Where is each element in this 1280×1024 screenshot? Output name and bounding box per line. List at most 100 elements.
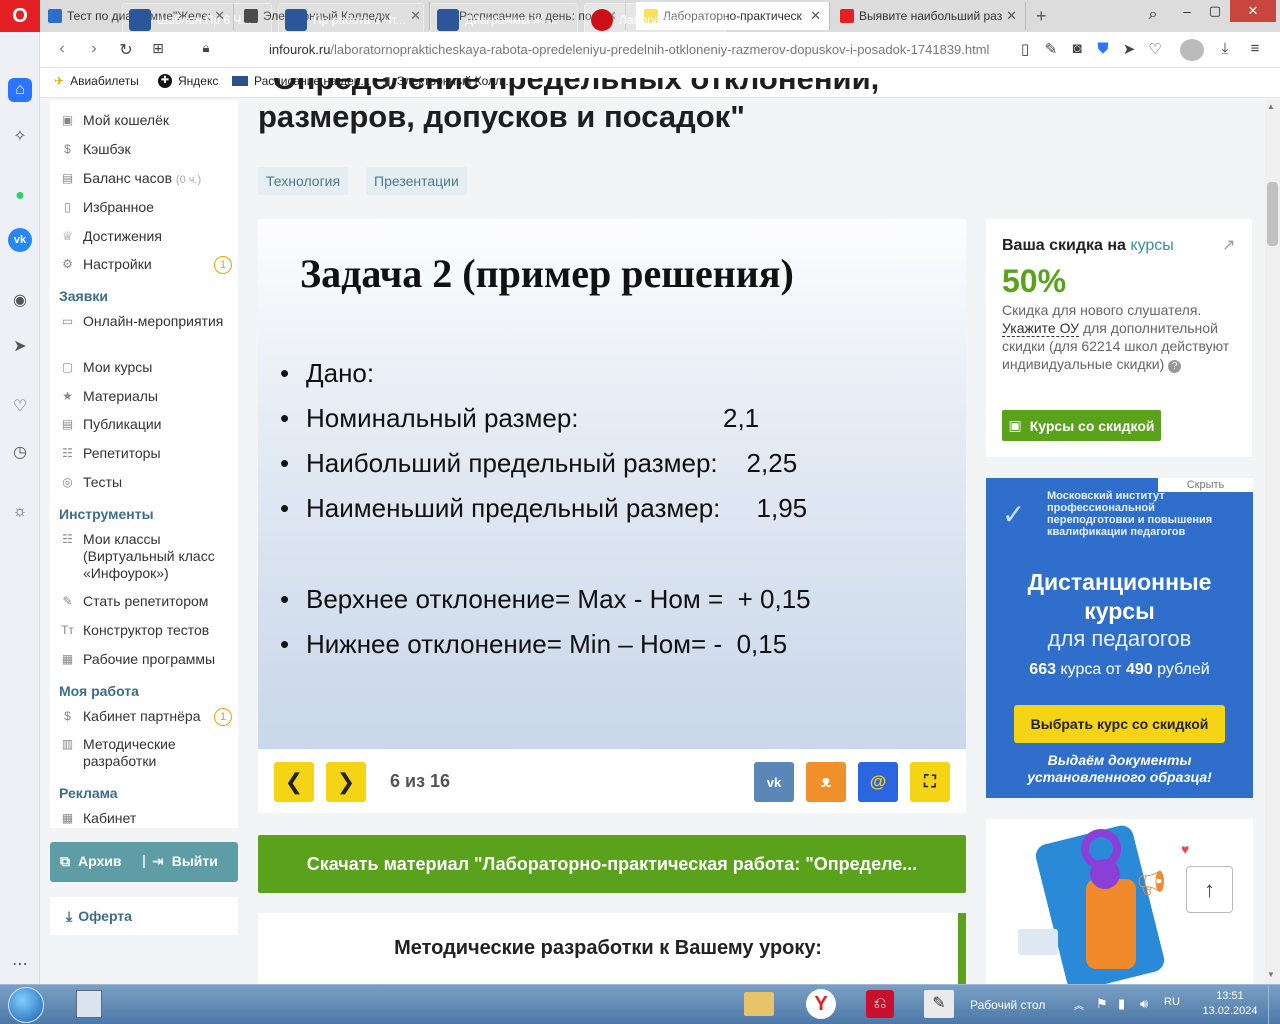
reload-icon[interactable]: ↻ [114,40,138,60]
more-icon[interactable]: ⋯ [8,952,32,976]
menu-item[interactable]: ▤ Баланс часов (0 ч.) [60,170,232,189]
menu-item[interactable]: ✎ Стать репетитором [60,593,232,610]
show-desktop-button[interactable] [1268,985,1280,1024]
taskbar-window[interactable]: Пр работа 3 Чт... [278,3,424,37]
taskbar-window[interactable]: Лабораторно-п... [584,3,726,37]
menu-item[interactable]: ▯ Избранное [60,199,232,216]
menu-item-text: Тесты [83,474,123,490]
share-ok-button[interactable]: ᴥ [806,762,846,802]
reader-icon[interactable]: ▯ [1014,40,1036,58]
tray-expand-icon[interactable]: ︽ [1074,997,1084,1012]
send-sidebar-icon[interactable]: ➤ [8,334,32,358]
bulb-icon[interactable]: ☼ [8,500,32,524]
close-window-button[interactable]: ✕ [1230,0,1276,22]
back-icon[interactable]: ‹ [50,40,74,58]
desktop-label[interactable]: Рабочий стол [970,998,1045,1012]
scroll-up-arrow[interactable]: ▲ [1267,102,1275,111]
home-icon[interactable]: ⌂ [8,78,32,102]
archive-button[interactable]: ⧉ Архив [60,853,121,870]
courses-link[interactable]: курсы [1130,237,1173,254]
logout-button[interactable]: ⇥ Выйти [152,853,218,870]
forward-icon[interactable]: › [82,40,106,58]
yandex-browser-icon[interactable]: Y [806,989,836,1019]
publication-icon: ▤ [61,417,74,431]
share-vk-button[interactable]: vk [754,762,794,802]
menu-item[interactable]: ▣ Мой кошелёк [60,112,232,129]
tag-technology[interactable]: Технология [258,167,349,195]
close-tab-icon[interactable]: ✕ [1006,8,1017,24]
bookmark-aviabilety[interactable]: ✈ Авиабилеты [54,74,139,88]
explorer-icon[interactable] [744,992,774,1016]
ad-banner[interactable]: Скрыть ✓ Московский институт профессиона… [986,478,1253,798]
calculator-icon[interactable] [76,990,102,1018]
heart-sidebar-icon[interactable]: ♡ [8,394,32,418]
person-head-illustration [1090,859,1120,889]
opera-logo-icon[interactable]: O [0,0,40,32]
history-icon[interactable]: ◷ [8,440,32,464]
menu-item[interactable]: ▦ Рабочие программы [60,651,232,668]
share-mail-button[interactable]: @ [858,762,898,802]
next-slide-button[interactable]: ❯ [326,762,366,802]
start-button[interactable] [8,987,44,1023]
slide-bullet: • Наименьший предельный размер: 1,95 [280,493,807,524]
menu-item[interactable]: ♕ Достижения [60,228,232,245]
menu-item[interactable]: ▤ Публикации [60,416,232,433]
menu-item[interactable]: ▢ Мои курсы [60,359,232,376]
camera-icon[interactable]: ◙ [1066,40,1088,57]
player-icon[interactable]: ◉ [8,288,32,312]
help-icon[interactable]: ? [1168,360,1182,373]
send-icon[interactable]: ➤ [1118,40,1140,58]
minimize-button[interactable]: – [1174,0,1200,22]
speed-dial-icon[interactable]: ⊞ [146,40,170,57]
cube-icon[interactable]: ✧ [8,124,32,148]
browser-tab[interactable]: Выявите наибольший разм ✕ [832,2,1026,30]
search-tabs-icon[interactable]: ⌕ [1140,4,1166,26]
new-tab-icon[interactable]: + [1036,6,1047,27]
paint-icon[interactable]: ✎ [924,990,954,1018]
fullscreen-button[interactable]: ⛶ [910,762,950,802]
menu-item[interactable]: $ Кэшбэк [60,141,232,158]
oferta-link[interactable]: ⤓ Оферта [50,897,238,935]
pdf-reader-icon[interactable]: ⎌ [866,990,894,1018]
tag-presentations[interactable]: Презентации [366,167,467,195]
bookmark-yandex[interactable]: ✚ Яндекс [158,74,218,88]
menu-item[interactable]: ⚙ Настройки 1 [60,256,232,274]
menu-item[interactable]: ▥ Методические разработки [60,736,232,770]
menu-item[interactable]: $ Кабинет партнёра 1 [60,708,232,726]
menu-item[interactable]: ★ Материалы [60,388,232,405]
clock[interactable]: 13:51 13.02.2024 [1200,989,1260,1019]
arrow-up-right-icon[interactable]: ↗ [1222,235,1235,255]
taskbar-window[interactable]: Диаграммы Ж-... [430,3,578,37]
choose-course-button[interactable]: Выбрать курс со скидкой [1014,705,1225,743]
scroll-to-top-button[interactable]: ↑ [1186,866,1233,913]
specify-school-link[interactable]: Укажите ОУ [1002,320,1080,337]
action-center-icon[interactable]: ⚑ [1096,996,1108,1012]
menu-item[interactable]: ▭ Онлайн-мероприятия [60,313,232,330]
menu-item[interactable]: ▦ Кабинет [60,810,232,827]
profile-avatar[interactable] [1180,39,1204,61]
slide-title: Задача 2 (пример решения) [300,251,794,296]
menu-item[interactable]: ☷ Мои классы (Виртуальный класс «Инфоурок… [60,531,232,582]
menu-item[interactable]: ◎ Тесты [60,474,232,491]
share-icon[interactable]: ✎ [1040,40,1062,58]
close-tab-icon[interactable]: ✕ [810,8,821,24]
vk-icon[interactable]: vk [8,228,32,252]
language-icon[interactable]: RU [1164,996,1180,1008]
courses-discount-button[interactable]: ▣ Курсы со скидкой [1002,410,1161,441]
shield-icon[interactable]: ⛊ [1092,40,1114,57]
network-icon[interactable]: ▮ [1118,996,1125,1012]
volume-icon[interactable]: 🔊︎ [1140,996,1148,1012]
menu-item[interactable]: Tт Конструктор тестов [60,622,232,639]
taskbar-window[interactable]: Шаблон Пр 6 Ч... [122,3,272,37]
heart-icon[interactable]: ♡ [1144,40,1166,58]
menu-item[interactable]: ☷ Репетиторы [60,445,232,462]
prev-slide-button[interactable]: ❮ [274,762,314,802]
download-material-button[interactable]: Скачать материал "Лабораторно-практическ… [258,835,966,893]
download-icon[interactable]: ⤓ [1214,40,1236,57]
whatsapp-icon[interactable]: ● [8,184,32,208]
scroll-down-arrow[interactable]: ▼ [1267,970,1275,979]
url-field[interactable]: infourok.ru/laboratornoprakticheskaya-ra… [269,42,989,57]
maximize-button[interactable]: ▢ [1202,0,1228,22]
scrollbar-thumb[interactable] [1267,182,1278,246]
menu-icon[interactable]: ≡ [1244,40,1266,57]
